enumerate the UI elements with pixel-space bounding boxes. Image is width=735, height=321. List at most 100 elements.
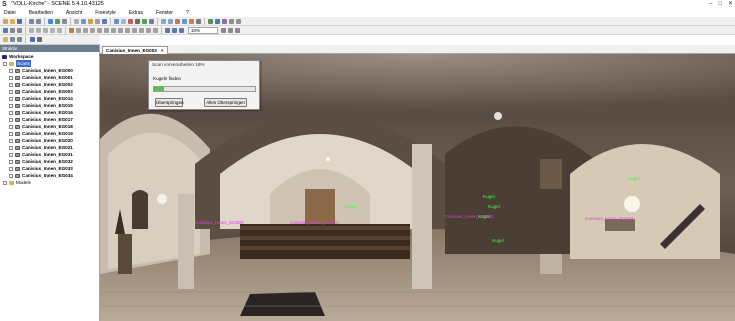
rectangle-icon[interactable] (43, 28, 48, 33)
zoom-out-icon[interactable] (172, 28, 177, 33)
bbox-icon[interactable] (153, 28, 158, 33)
expand-toggle[interactable] (9, 68, 13, 73)
structure-menu-icon[interactable] (37, 37, 42, 42)
info-icon[interactable] (236, 19, 241, 24)
open-folder-icon[interactable] (10, 19, 15, 24)
redo-icon[interactable] (36, 19, 41, 24)
polyline-icon[interactable] (36, 28, 41, 33)
save-icon[interactable] (17, 19, 22, 24)
tree-scan-item[interactable]: Canisius_Innen_EG031 (0, 151, 99, 158)
tree-scan-item[interactable]: Canisius_Innen_EG000 (0, 67, 99, 74)
tree-scans[interactable]: Scans (0, 60, 99, 67)
tree-scan-item[interactable]: Canisius_Innen_EG003 (0, 88, 99, 95)
expand-toggle[interactable] (9, 159, 13, 164)
expand-toggle[interactable] (3, 180, 7, 185)
expand-toggle[interactable] (9, 89, 13, 94)
fullscreen-icon[interactable] (228, 28, 233, 33)
points-icon[interactable] (97, 28, 102, 33)
circle-icon[interactable] (50, 28, 55, 33)
select-icon[interactable] (3, 28, 8, 33)
minimize-button[interactable]: – (709, 1, 712, 8)
tab-scan-view[interactable]: Canisius_Innen_EG003 × (102, 46, 168, 54)
expand-toggle[interactable] (9, 166, 13, 171)
export-icon[interactable] (208, 19, 213, 24)
snapshot-icon[interactable] (235, 28, 240, 33)
tree-scan-item[interactable]: Canisius_Innen_EG017 (0, 116, 99, 123)
grey-icon[interactable] (76, 28, 81, 33)
properties-icon[interactable] (229, 19, 234, 24)
correspond-icon[interactable] (149, 19, 154, 24)
planar-view-icon[interactable] (88, 19, 93, 24)
tree-expand-icon[interactable] (10, 37, 15, 42)
menu-datei[interactable]: Datei (4, 9, 16, 17)
tree-scan-item[interactable]: Canisius_Innen_EG016 (0, 109, 99, 116)
print-icon[interactable] (215, 19, 220, 24)
line-icon[interactable] (29, 28, 34, 33)
zoom-select[interactable]: 10% (188, 27, 218, 34)
menu-ansicht[interactable]: Ansicht (66, 9, 82, 17)
help-icon[interactable] (48, 19, 53, 24)
maximize-button[interactable]: □ (718, 1, 722, 8)
reset-view-icon[interactable] (221, 28, 226, 33)
view-2d-icon[interactable] (74, 19, 79, 24)
tree-scan-item[interactable]: Canisius_Innen_EG032 (0, 158, 99, 165)
layers-icon[interactable] (135, 19, 140, 24)
lighting-icon[interactable] (125, 28, 130, 33)
tree-scan-item[interactable]: Canisius_Innen_EG034 (0, 172, 99, 179)
clip-icon[interactable] (168, 19, 173, 24)
import-icon[interactable] (55, 19, 60, 24)
text-tool-icon[interactable] (57, 28, 62, 33)
expand-toggle[interactable] (9, 124, 13, 129)
fog-icon[interactable] (132, 28, 137, 33)
tree-scan-item[interactable]: Canisius_Innen_EG015 (0, 102, 99, 109)
rotate-icon[interactable] (17, 28, 22, 33)
axis-icon[interactable] (146, 28, 151, 33)
menu-bearbeiten[interactable]: Bearbeiten (29, 9, 53, 17)
tree-scan-item[interactable]: Canisius_Innen_EG019 (0, 130, 99, 137)
pan-icon[interactable] (10, 28, 15, 33)
workspace-icon[interactable] (102, 19, 107, 24)
tree-collapse-icon[interactable] (17, 37, 22, 42)
expand-toggle[interactable] (9, 138, 13, 143)
marker-icon[interactable] (189, 19, 194, 24)
filter-icon[interactable] (128, 19, 133, 24)
intensity-icon[interactable] (83, 28, 88, 33)
measure-icon[interactable] (161, 19, 166, 24)
skip-all-button[interactable]: Alles Überspringen (204, 98, 247, 107)
expand-toggle[interactable] (9, 117, 13, 122)
tree-models[interactable]: Models (0, 179, 99, 186)
shading-icon[interactable] (118, 28, 123, 33)
folder-icon[interactable] (3, 37, 8, 42)
skip-button[interactable]: Überspringen (155, 98, 184, 107)
expand-toggle[interactable] (3, 61, 7, 66)
object-icon[interactable] (175, 19, 180, 24)
tree-scan-item[interactable]: Canisius_Innen_EG018 (0, 123, 99, 130)
process-icon[interactable] (142, 19, 147, 24)
expand-toggle[interactable] (9, 110, 13, 115)
tree-scan-item[interactable]: Canisius_Innen_EG001 (0, 74, 99, 81)
new-project-icon[interactable] (3, 19, 8, 24)
expand-toggle[interactable] (9, 145, 13, 150)
menu-fenster[interactable]: Fenster (156, 9, 173, 17)
normals-icon[interactable] (104, 28, 109, 33)
expand-toggle[interactable] (9, 131, 13, 136)
structure-save-icon[interactable] (30, 37, 35, 42)
zoom-fit-icon[interactable] (179, 28, 184, 33)
close-button[interactable]: ✕ (728, 1, 733, 8)
cloud-icon[interactable] (121, 19, 126, 24)
quick-view-icon[interactable] (95, 19, 100, 24)
settings-icon[interactable] (62, 19, 67, 24)
tree-scan-item[interactable]: Canisius_Innen_EG033 (0, 165, 99, 172)
render-icon[interactable] (222, 19, 227, 24)
undo-icon[interactable] (29, 19, 34, 24)
expand-toggle[interactable] (9, 103, 13, 108)
menu-help[interactable]: ? (186, 9, 189, 17)
menu-extras[interactable]: Extras (129, 9, 143, 17)
tree-scan-item[interactable]: Canisius_Innen_EG021 (0, 144, 99, 151)
mesh-icon[interactable] (90, 28, 95, 33)
expand-toggle[interactable] (9, 82, 13, 87)
expand-toggle[interactable] (9, 173, 13, 178)
tree-scan-item[interactable]: Canisius_Innen_EG014 (0, 95, 99, 102)
view-3d-icon[interactable] (81, 19, 86, 24)
menu-freestyle[interactable]: Freestyle (95, 9, 116, 17)
